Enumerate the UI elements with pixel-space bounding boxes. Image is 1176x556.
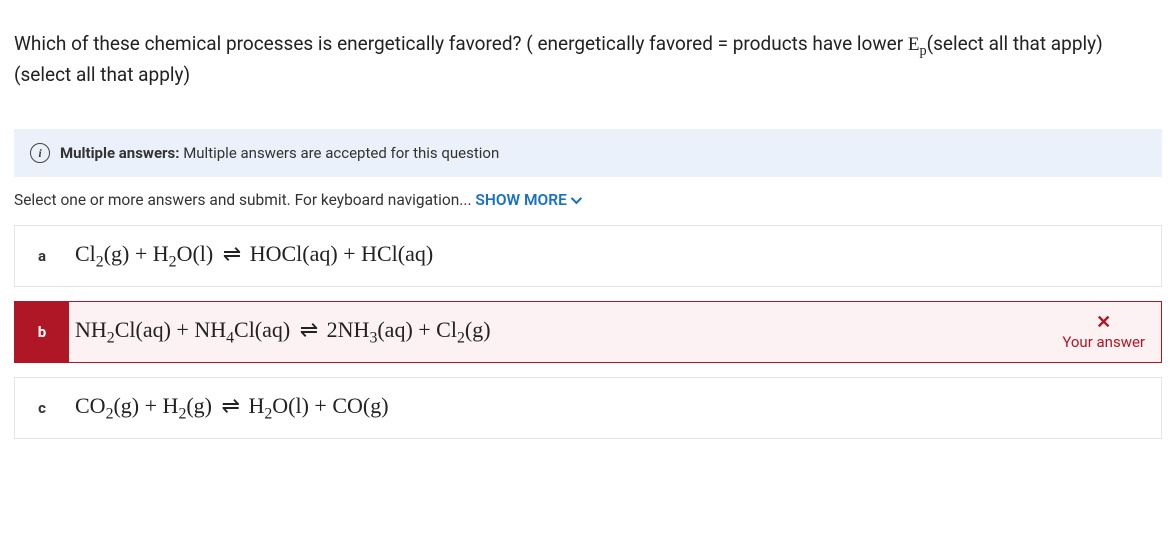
option-formula: CO2(g) + H2(g) ⇌ H2O(l) + CO(g) [75, 393, 389, 423]
option-formula: Cl2(g) + H2O(l) ⇌ HOCl(aq) + HCl(aq) [75, 241, 433, 271]
option-letter: b [15, 302, 69, 362]
info-banner: i Multiple answers: Multiple answers are… [14, 129, 1162, 177]
option-c[interactable]: cCO2(g) + H2(g) ⇌ H2O(l) + CO(g) [14, 377, 1162, 439]
options-list: aCl2(g) + H2O(l) ⇌ HOCl(aq) + HCl(aq) bNH… [14, 225, 1162, 439]
instructions: Select one or more answers and submit. F… [14, 191, 1162, 209]
info-icon: i [30, 143, 50, 163]
question-part1: Which of these chemical processes is ene… [14, 32, 908, 55]
option-b[interactable]: bNH2Cl(aq) + NH4Cl(aq) ⇌ 2NH3(aq) + Cl2(… [14, 301, 1162, 363]
question-text: Which of these chemical processes is ene… [14, 30, 1162, 89]
option-a[interactable]: aCl2(g) + H2O(l) ⇌ HOCl(aq) + HCl(aq) [14, 225, 1162, 287]
your-answer-label: Your answer [1062, 333, 1145, 351]
info-text: Multiple answers: Multiple answers are a… [60, 144, 499, 162]
question-container: Which of these chemical processes is ene… [0, 0, 1176, 447]
option-body: Cl2(g) + H2O(l) ⇌ HOCl(aq) + HCl(aq) [69, 226, 1161, 286]
option-letter: a [15, 226, 69, 286]
show-more-link[interactable]: SHOW MORE [475, 191, 578, 209]
chevron-down-icon [571, 193, 582, 204]
option-body: NH2Cl(aq) + NH4Cl(aq) ⇌ 2NH3(aq) + Cl2(g… [69, 302, 1054, 362]
option-body: CO2(g) + H2(g) ⇌ H2O(l) + CO(g) [69, 378, 1161, 438]
option-formula: NH2Cl(aq) + NH4Cl(aq) ⇌ 2NH3(aq) + Cl2(g… [75, 317, 491, 347]
option-feedback: ✕Your answer [1054, 302, 1161, 362]
option-letter: c [15, 378, 69, 438]
ep-symbol: Ep [908, 34, 927, 55]
wrong-icon: ✕ [1096, 314, 1111, 332]
